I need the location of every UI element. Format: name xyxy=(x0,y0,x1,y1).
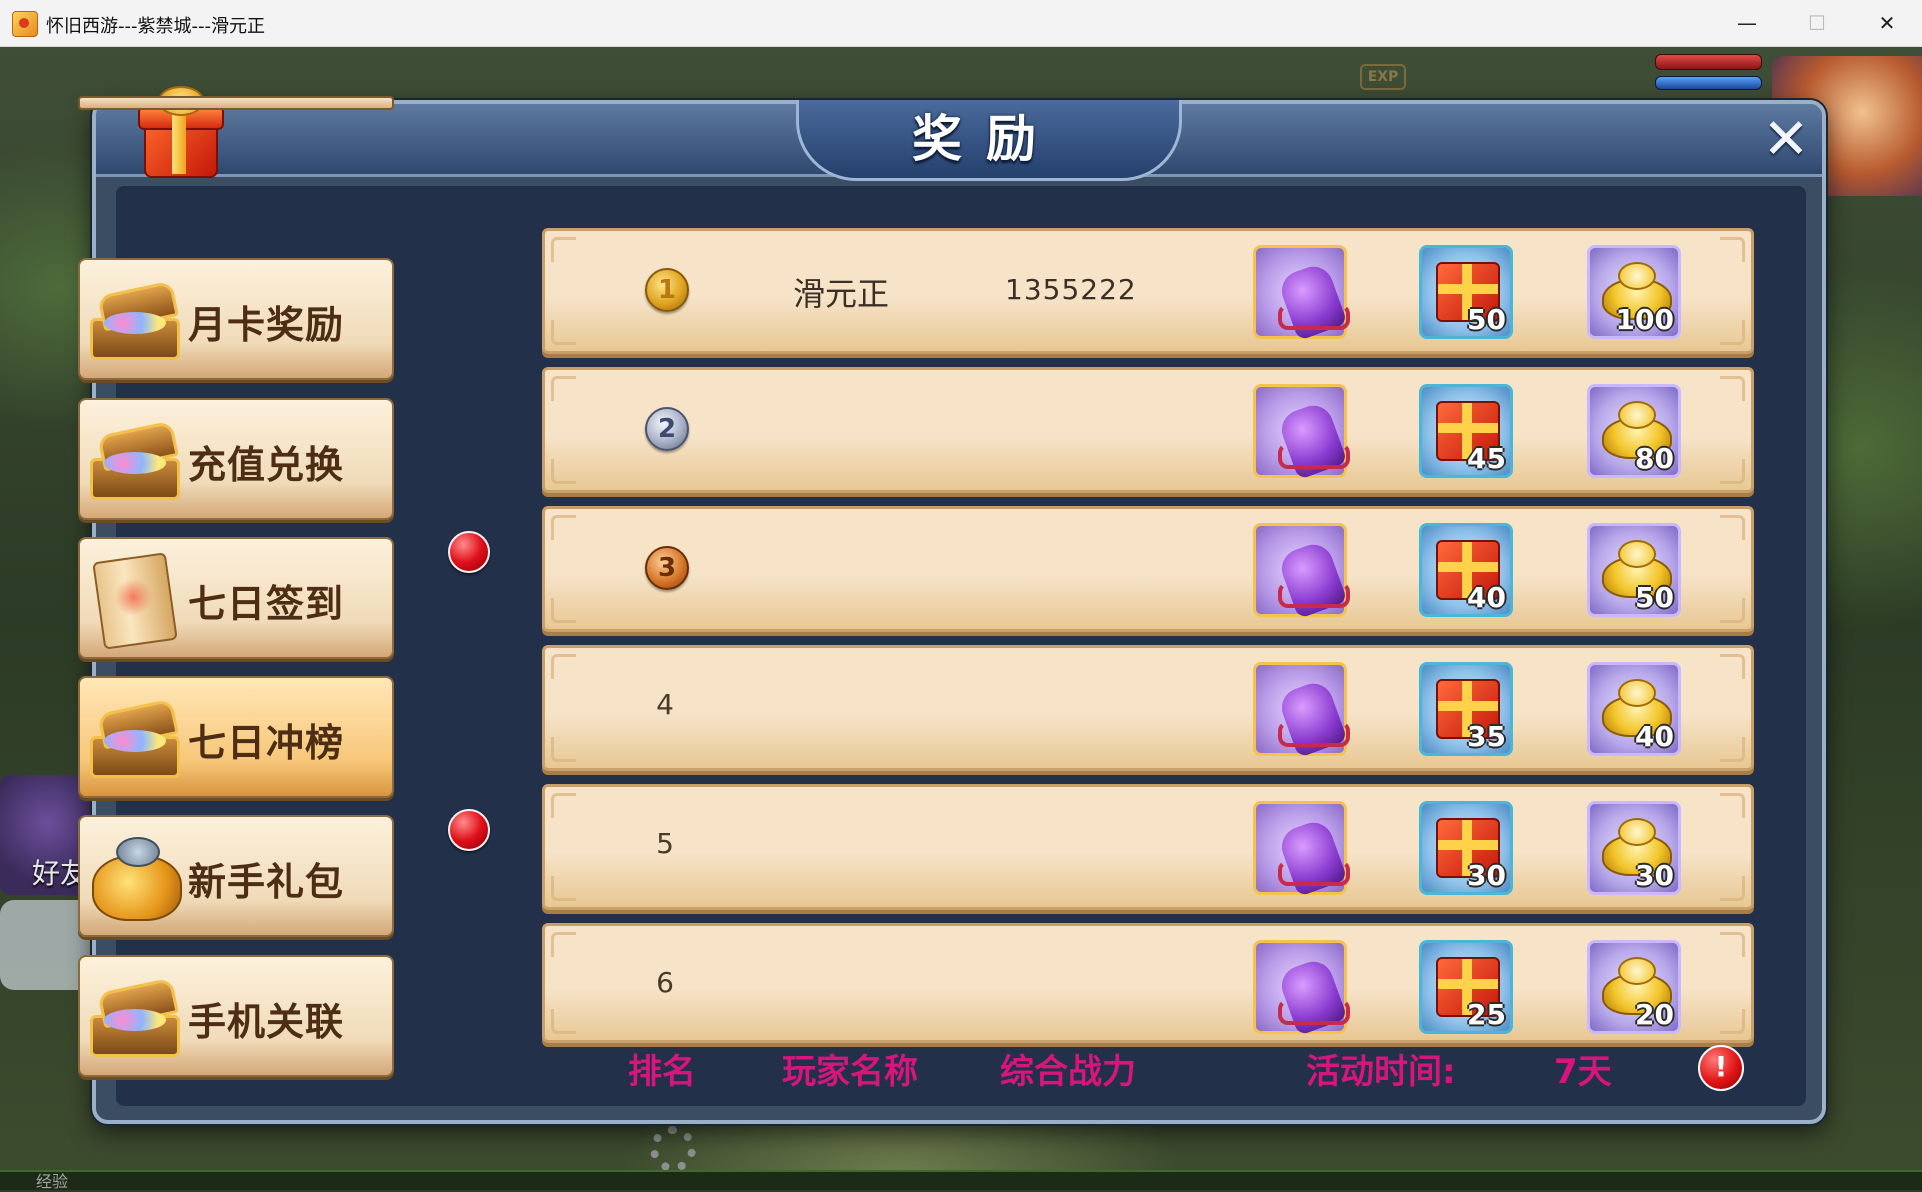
mp-bar xyxy=(1655,76,1762,90)
fashion-reward-slot[interactable] xyxy=(1253,801,1350,897)
dialog-title: 奖励 xyxy=(912,110,1060,168)
reward-quantity: 50 xyxy=(1635,581,1674,614)
fashion-reward-slot[interactable] xyxy=(1253,523,1350,619)
fashion-reward-slot[interactable] xyxy=(1253,662,1350,758)
sidebar-item[interactable]: 七日签到 xyxy=(78,537,394,659)
event-time-value: 7天 xyxy=(1554,1052,1612,1092)
gift-box-reward-slot[interactable]: 35 xyxy=(1419,662,1513,756)
fashion-reward-slot[interactable] xyxy=(1253,384,1350,480)
ranking-row: 6 25 20 xyxy=(542,923,1754,1043)
sidebar-item-label: 七日签到 xyxy=(188,582,345,626)
minimize-button[interactable]: — xyxy=(1712,0,1782,46)
reward-quantity: 30 xyxy=(1635,859,1674,892)
scroll-icon xyxy=(84,549,184,650)
treasure-chest-icon xyxy=(84,688,184,784)
maximize-button[interactable]: ☐ xyxy=(1782,0,1852,46)
gold-ingot-reward-slot[interactable]: 80 xyxy=(1587,384,1681,478)
gift-box-reward-slot[interactable]: 50 xyxy=(1419,245,1513,339)
gold-ingot-reward-slot[interactable]: 30 xyxy=(1587,801,1681,895)
sidebar-item-label: 月卡奖励 xyxy=(188,303,345,347)
reward-quantity: 25 xyxy=(1467,998,1506,1031)
player-name: 滑元正 xyxy=(793,275,890,313)
reward-quantity: 20 xyxy=(1635,998,1674,1031)
ranking-row: 2 45 80 xyxy=(542,367,1754,493)
sidebar-item[interactable]: 手机关联 xyxy=(78,955,394,1077)
gift-box-reward-slot[interactable]: 25 xyxy=(1419,940,1513,1034)
gift-box-reward-slot[interactable]: 40 xyxy=(1419,523,1513,617)
rank-header: 排名 xyxy=(628,1052,696,1092)
sidebar-item-label: 充值兑换 xyxy=(188,443,345,487)
exp-badge: EXP xyxy=(1360,64,1406,90)
close-icon[interactable]: ✕ xyxy=(1760,112,1812,168)
fashion-scroll-icon xyxy=(1268,675,1350,758)
gold-ingot-reward-slot[interactable]: 50 xyxy=(1587,523,1681,617)
exp-strip xyxy=(0,1170,1922,1190)
notification-dot xyxy=(448,531,490,573)
fashion-scroll-icon xyxy=(1268,258,1350,341)
power-header: 综合战力 xyxy=(1000,1052,1136,1092)
rank-number: 4 xyxy=(656,688,674,721)
reward-quantity: 50 xyxy=(1467,303,1506,336)
info-icon[interactable]: ! xyxy=(1698,1045,1744,1091)
treasure-chest-icon xyxy=(84,410,184,506)
sidebar-item-label: 手机关联 xyxy=(188,1000,345,1044)
ranking-row: 1 滑元正 1355222 50 100 xyxy=(542,228,1754,354)
sidebar-item-label: 七日冲榜 xyxy=(188,721,345,765)
gold-ingot-reward-slot[interactable]: 20 xyxy=(1587,940,1681,1034)
sidebar-item[interactable]: 充值兑换 xyxy=(78,398,394,520)
ranking-row: 4 35 40 xyxy=(542,645,1754,771)
hp-bar xyxy=(1655,54,1762,70)
sidebar-item-label: 新手礼包 xyxy=(188,860,345,904)
window-title: 怀旧西游---紫禁城---滑元正 xyxy=(46,16,265,37)
sidebar-item[interactable]: 新手礼包 xyxy=(78,815,394,937)
combat-power: 1355222 xyxy=(1005,273,1137,306)
treasure-chest-icon xyxy=(84,270,184,366)
window-close-button[interactable]: ✕ xyxy=(1852,0,1922,46)
reward-quantity: 40 xyxy=(1467,581,1506,614)
reward-quantity: 45 xyxy=(1467,442,1506,475)
treasure-chest-icon xyxy=(84,967,184,1063)
fashion-reward-slot[interactable] xyxy=(1253,245,1350,341)
sidebar-scroll-edge xyxy=(78,96,394,110)
fashion-scroll-icon xyxy=(1268,814,1350,897)
ranking-row: 5 30 30 xyxy=(542,784,1754,910)
reward-quantity: 80 xyxy=(1635,442,1674,475)
fashion-scroll-icon xyxy=(1268,536,1350,619)
money-bag-icon xyxy=(84,827,184,923)
gear-icon[interactable] xyxy=(650,1126,696,1172)
gold-ingot-reward-slot[interactable]: 40 xyxy=(1587,662,1681,756)
rank-number: 6 xyxy=(656,966,674,999)
reward-quantity: 35 xyxy=(1467,720,1506,753)
rank-medal-icon: 2 xyxy=(645,407,689,451)
app-icon xyxy=(12,11,38,37)
sidebar-item[interactable]: 月卡奖励 xyxy=(78,258,394,380)
event-time-label: 活动时间: xyxy=(1306,1052,1456,1092)
fashion-scroll-icon xyxy=(1268,953,1350,1036)
rank-number: 5 xyxy=(656,827,674,860)
reward-quantity: 40 xyxy=(1635,720,1674,753)
fashion-reward-slot[interactable] xyxy=(1253,940,1350,1036)
gold-ingot-reward-slot[interactable]: 100 xyxy=(1587,245,1681,339)
gift-box-reward-slot[interactable]: 45 xyxy=(1419,384,1513,478)
notification-dot xyxy=(448,809,490,851)
window-titlebar: 怀旧西游---紫禁城---滑元正 — ☐ ✕ xyxy=(0,0,1922,47)
reward-quantity: 100 xyxy=(1615,303,1674,336)
exp-strip-label: 经验 xyxy=(36,1172,69,1191)
rank-medal-icon: 3 xyxy=(645,546,689,590)
gift-box-reward-slot[interactable]: 30 xyxy=(1419,801,1513,895)
sidebar-item[interactable]: 七日冲榜 xyxy=(78,676,394,798)
ranking-row: 3 40 50 xyxy=(542,506,1754,632)
rank-medal-icon: 1 xyxy=(645,268,689,312)
reward-quantity: 30 xyxy=(1467,859,1506,892)
fashion-scroll-icon xyxy=(1268,397,1350,480)
player-name-header: 玩家名称 xyxy=(782,1052,918,1092)
